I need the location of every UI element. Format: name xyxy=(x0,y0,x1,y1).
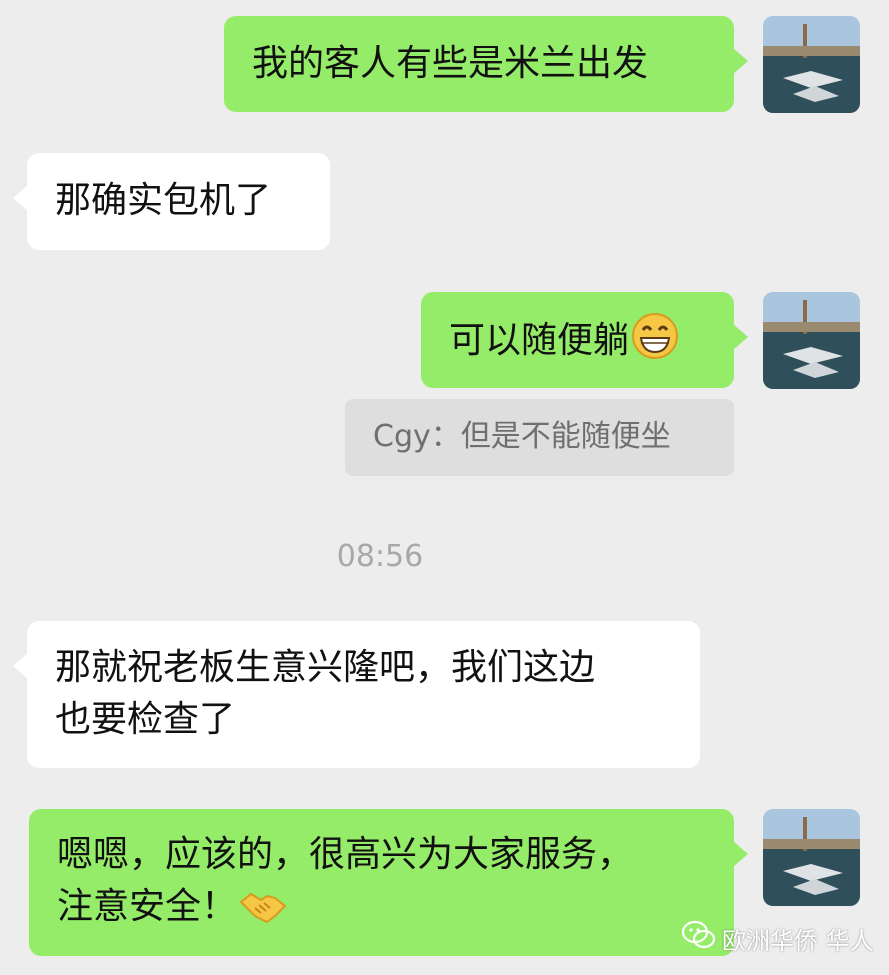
message-text-line: 也要检查了 xyxy=(55,699,236,740)
message-bubble-outgoing[interactable]: 嗯嗯，应该的，很高兴为大家服务， 注意安全！ xyxy=(29,809,748,956)
avatar-image xyxy=(763,292,860,389)
message-text: 那确实包机了 xyxy=(55,180,272,221)
message-bubble-outgoing[interactable]: 我的客人有些是米兰出发 xyxy=(224,16,748,112)
message-bubble-outgoing[interactable]: 可以随便躺 xyxy=(421,292,748,388)
grinning-face-emoji xyxy=(631,312,679,375)
message-bubble-incoming[interactable]: 那确实包机了 xyxy=(13,153,330,250)
avatar[interactable] xyxy=(763,292,860,389)
timestamp: 08:56 xyxy=(336,539,424,574)
message-text-line: 那就祝老板生意兴隆吧，我们这边 xyxy=(55,647,596,688)
avatar[interactable] xyxy=(763,809,860,906)
message-text: 我的客人有些是米兰出发 xyxy=(252,43,649,84)
message-text: 可以随便躺 xyxy=(449,320,630,361)
wechat-icon xyxy=(681,920,716,956)
watermark-text: 欧洲华侨 华人 xyxy=(722,926,874,955)
message-bubble-incoming[interactable]: 那就祝老板生意兴隆吧，我们这边 也要检查了 xyxy=(13,621,700,768)
message-text-segment: 注意安全！ xyxy=(57,886,238,927)
avatar-image xyxy=(763,809,860,906)
avatar[interactable] xyxy=(763,16,860,113)
message-text-line: 嗯嗯，应该的，很高兴为大家服务， xyxy=(57,834,634,875)
watermark: 欧洲华侨 华人 xyxy=(681,918,874,958)
quoted-message[interactable]: Cgy：但是不能随便坐 xyxy=(345,399,734,476)
avatar-image xyxy=(763,16,860,113)
message-text-line-with-emoji: 注意安全！ xyxy=(57,881,734,941)
handshake-emoji xyxy=(239,886,287,941)
quoted-text: Cgy：但是不能随便坐 xyxy=(373,419,671,454)
